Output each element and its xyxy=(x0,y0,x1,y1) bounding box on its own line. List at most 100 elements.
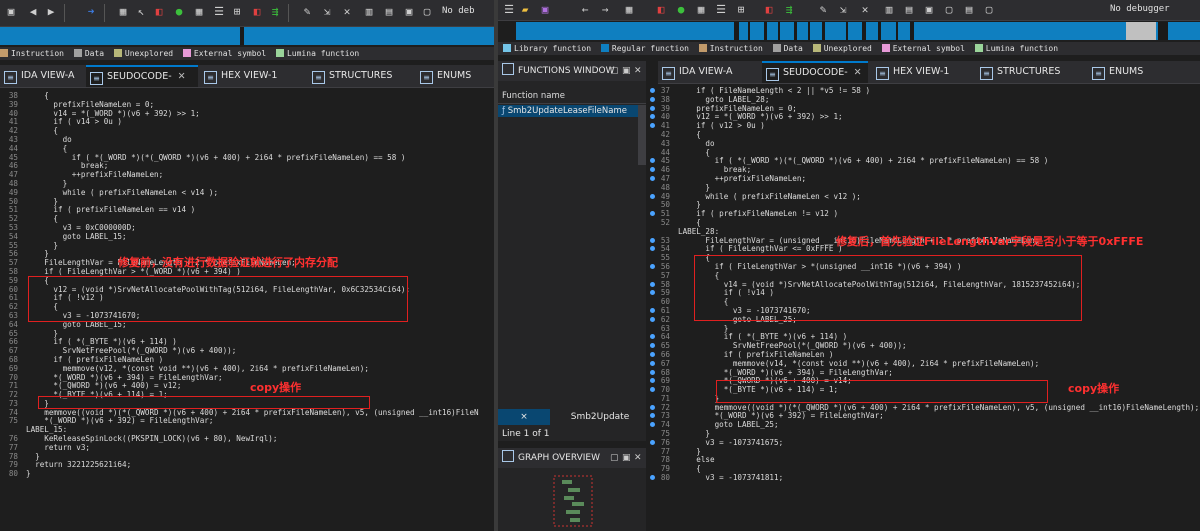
breakpoint-dot-icon[interactable] xyxy=(650,246,655,252)
window-icon[interactable]: ▢ xyxy=(420,5,434,19)
breakpoint-dot-icon[interactable] xyxy=(650,413,655,419)
breakpoint-dot-icon[interactable] xyxy=(650,237,655,243)
code-icon[interactable]: ◧ xyxy=(152,5,166,19)
close-tab-icon[interactable]: ✕ xyxy=(854,67,862,78)
close-icon[interactable]: ✕ xyxy=(634,448,642,468)
breakpoint-dot-icon[interactable] xyxy=(650,123,655,129)
close-icon[interactable]: ✕ xyxy=(634,61,642,81)
breakpoint-dot-icon[interactable] xyxy=(650,369,655,375)
debugger-select[interactable]: No debugger xyxy=(1110,4,1170,14)
function-list-scrollbar[interactable] xyxy=(638,105,646,165)
breakpoint-dot-icon[interactable] xyxy=(650,105,655,111)
maximize-icon[interactable]: ▣ xyxy=(622,61,631,81)
code-line[interactable]: 55 } xyxy=(0,241,494,251)
window-icon[interactable]: ▢ xyxy=(942,3,956,17)
code-line[interactable]: 51 if ( prefixFileNameLen != v12 ) xyxy=(650,209,1200,219)
list-icon[interactable]: ☰ xyxy=(714,3,728,17)
binary-icon[interactable]: ▦ xyxy=(116,5,130,19)
tab-ida-view[interactable]: ≡ IDA VIEW-A xyxy=(0,65,86,87)
rows-icon[interactable]: ▤ xyxy=(382,5,396,19)
tab-enums[interactable]: ≡ ENUMS xyxy=(1088,61,1178,83)
close-icon[interactable]: ✕ xyxy=(340,5,354,19)
tab-structures[interactable]: ≡ STRUCTURES xyxy=(308,65,412,87)
breakpoint-dot-icon[interactable] xyxy=(650,167,655,173)
breakpoint-dot-icon[interactable] xyxy=(650,422,655,428)
breakpoint-dot-icon[interactable] xyxy=(650,96,655,102)
tab-pseudocode[interactable]: ≡ SEUDOCODE- ✕ xyxy=(762,61,868,83)
breakpoint-dot-icon[interactable] xyxy=(650,316,655,322)
pointer-icon[interactable]: ↖ xyxy=(134,5,148,19)
code-line[interactable]: 80} xyxy=(0,469,494,479)
step-icon[interactable]: ⇲ xyxy=(320,5,334,19)
grid-icon[interactable]: ▦ xyxy=(694,3,708,17)
code-line[interactable]: 49 while ( prefixFileNameLen < v12 ); xyxy=(650,192,1200,202)
left-navigation-band[interactable] xyxy=(0,27,494,45)
debugger-select[interactable]: No deb xyxy=(442,6,475,16)
breakpoint-dot-icon[interactable] xyxy=(650,475,655,481)
tab-smb2update[interactable]: Smb2Update xyxy=(554,409,646,425)
forward-icon[interactable]: → xyxy=(598,3,612,17)
frame-icon[interactable]: ▣ xyxy=(922,3,936,17)
code-line[interactable]: 42 { xyxy=(650,130,1200,140)
grid-icon[interactable]: ▦ xyxy=(192,5,206,19)
code-line[interactable]: 77 } xyxy=(650,447,1200,457)
code-line[interactable]: 78 else xyxy=(650,456,1200,465)
breakpoint-dot-icon[interactable] xyxy=(650,360,655,366)
function-list-item[interactable]: ƒ Smb2UpdateLeaseFileName xyxy=(498,105,646,117)
pin-icon[interactable]: ✎ xyxy=(816,3,830,17)
stop-icon[interactable]: ◧ xyxy=(762,3,776,17)
code-line[interactable]: 43 do xyxy=(650,139,1200,149)
run-icon[interactable]: ● xyxy=(674,3,688,17)
breakpoint-dot-icon[interactable] xyxy=(650,175,655,181)
breakpoint-dot-icon[interactable] xyxy=(650,351,655,357)
close-icon[interactable]: ✕ xyxy=(858,3,872,17)
back-icon[interactable]: ← xyxy=(578,3,592,17)
binary-icon[interactable]: ▦ xyxy=(622,3,636,17)
right-navigation-band[interactable] xyxy=(516,22,1200,40)
breakpoint-dot-icon[interactable] xyxy=(650,378,655,384)
rows-icon[interactable]: ▤ xyxy=(902,3,916,17)
run-icon[interactable]: ● xyxy=(172,5,186,19)
breakpoint-dot-icon[interactable] xyxy=(650,114,655,120)
columns-icon[interactable]: ▥ xyxy=(362,5,376,19)
tab-enums[interactable]: ≡ ENUMS xyxy=(416,65,494,87)
tree-icon[interactable]: ⇶ xyxy=(782,3,796,17)
close-tab-button[interactable]: × xyxy=(498,409,550,425)
code-line[interactable]: 54 goto LABEL_15; xyxy=(0,232,494,242)
code-line[interactable]: 79 return 3221225621i64; xyxy=(0,461,494,470)
code-line[interactable]: 76 v3 = -1073741675; xyxy=(650,438,1200,448)
code-line[interactable]: 75 *(_WORD *)(v6 + 392) = FileLengthVar; xyxy=(0,417,494,426)
code-line[interactable]: 77 return v3; xyxy=(0,443,494,453)
tab-hex-view[interactable]: ≡ HEX VIEW-1 xyxy=(200,65,308,87)
code-line[interactable]: 74 goto LABEL_25; xyxy=(650,420,1200,430)
close-tab-icon[interactable]: ✕ xyxy=(178,71,186,82)
layout-icon[interactable]: ▤ xyxy=(962,3,976,17)
tree-icon[interactable]: ⇶ xyxy=(268,5,282,19)
code-line[interactable]: 41 if ( v14 > 0u ) xyxy=(0,117,494,127)
breakpoint-dot-icon[interactable] xyxy=(650,334,655,340)
breakpoint-dot-icon[interactable] xyxy=(650,281,655,287)
code-line[interactable]: 52 { xyxy=(650,218,1200,228)
breakpoint-dot-icon[interactable] xyxy=(650,404,655,410)
tab-structures[interactable]: ≡ STRUCTURES xyxy=(976,61,1084,83)
step-icon[interactable]: ⇲ xyxy=(836,3,850,17)
frame-icon[interactable]: ▣ xyxy=(402,5,416,19)
breakpoint-dot-icon[interactable] xyxy=(650,290,655,296)
save-icon[interactable]: ▣ xyxy=(538,3,552,17)
graph-overview-canvas[interactable] xyxy=(548,470,598,528)
stop-icon[interactable]: ◧ xyxy=(250,5,264,19)
list-icon[interactable]: ☰ xyxy=(212,5,226,19)
pin-icon[interactable]: ✎ xyxy=(300,5,314,19)
tab-hex-view[interactable]: ≡ HEX VIEW-1 xyxy=(872,61,976,83)
code-line[interactable]: 64 goto LABEL_15; xyxy=(0,320,494,330)
tab-ida-view[interactable]: ≡ IDA VIEW-A xyxy=(658,61,762,83)
code-line[interactable]: 80 v3 = -1073741811; xyxy=(650,473,1200,483)
jump-icon[interactable]: ➜ xyxy=(84,5,98,19)
menu-icon[interactable]: ☰ xyxy=(502,3,516,17)
graph-icon[interactable]: ⊞ xyxy=(734,3,748,17)
code-line[interactable]: 41 if ( v12 > 0u ) xyxy=(650,121,1200,131)
breakpoint-dot-icon[interactable] xyxy=(650,343,655,349)
code-line[interactable]: 43 do xyxy=(0,135,494,145)
code-line[interactable]: 47 ++prefixFileNameLen; xyxy=(650,174,1200,184)
maximize-icon[interactable]: ▣ xyxy=(622,448,631,468)
